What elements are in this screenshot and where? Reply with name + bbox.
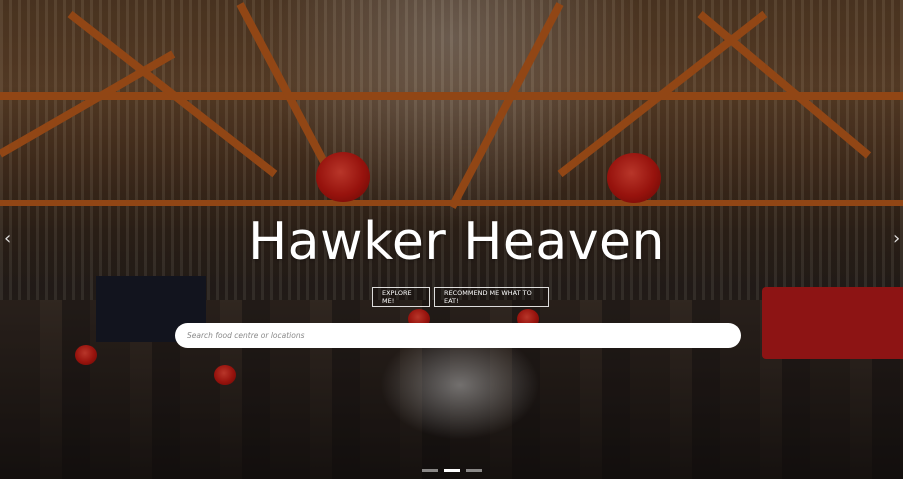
hero-carousel: Hawker Heaven EXPLORE ME! RECOMMEND ME W…	[0, 0, 903, 479]
page-title: Hawker Heaven	[248, 212, 665, 272]
carousel-indicators	[0, 469, 903, 472]
carousel-indicator-active[interactable]	[443, 469, 460, 472]
chevron-right-icon[interactable]: ›	[893, 228, 900, 249]
recommend-button[interactable]: RECOMMEND ME WHAT TO EAT!	[434, 287, 549, 307]
chevron-left-icon[interactable]: ‹	[4, 228, 11, 249]
search-input[interactable]	[175, 323, 741, 348]
explore-button[interactable]: EXPLORE ME!	[372, 287, 430, 307]
carousel-indicator[interactable]	[421, 469, 438, 472]
carousel-indicator[interactable]	[465, 469, 482, 472]
hero-actions: EXPLORE ME! RECOMMEND ME WHAT TO EAT!	[372, 287, 549, 307]
hero-content: Hawker Heaven EXPLORE ME! RECOMMEND ME W…	[0, 0, 903, 479]
